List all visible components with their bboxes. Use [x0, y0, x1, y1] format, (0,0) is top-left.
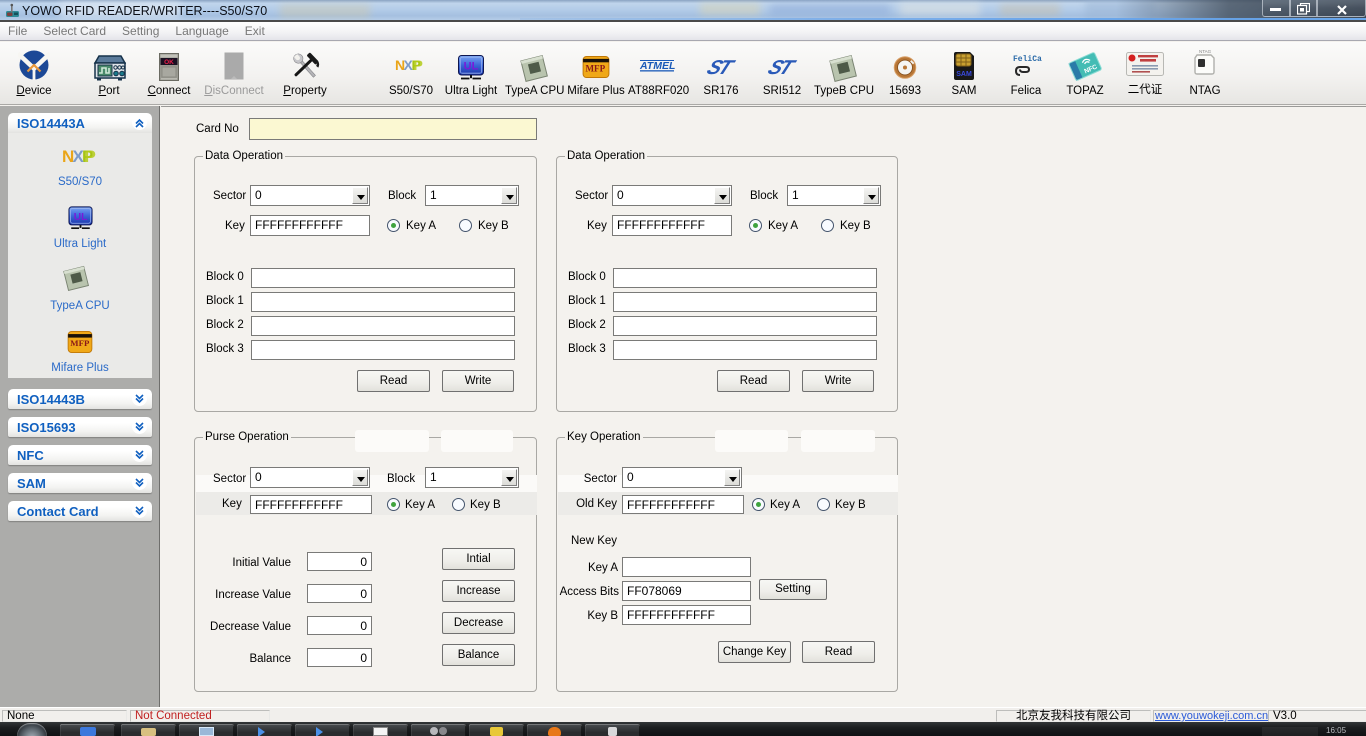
svg-text:P: P	[414, 57, 423, 73]
svg-text:SAM: SAM	[956, 71, 972, 78]
svg-text:P: P	[85, 147, 96, 166]
svg-text:MFP: MFP	[70, 338, 90, 348]
svg-text:ATMEL: ATMEL	[639, 60, 675, 72]
svg-text:FeliCa: FeliCa	[1013, 55, 1042, 64]
svg-text:OK: OK	[164, 59, 174, 66]
svg-text:MFP: MFP	[585, 63, 605, 73]
svg-text:NTAG: NTAG	[1199, 49, 1212, 54]
svg-text:UL: UL	[464, 61, 479, 73]
svg-text:X: X	[73, 147, 85, 166]
svg-text:X: X	[404, 57, 414, 73]
svg-text:UL: UL	[74, 212, 88, 223]
